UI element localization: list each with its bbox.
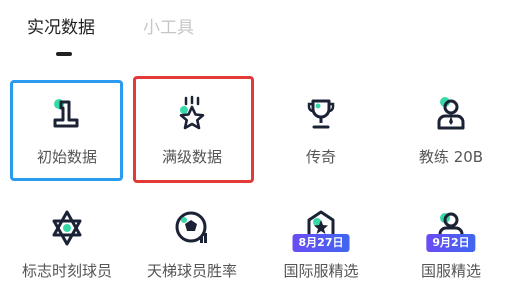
grid-item-cn-server-picks[interactable]: 9月2日 国服精选 bbox=[392, 200, 510, 300]
grid-item-intl-server-picks[interactable]: 8月27日 国际服精选 bbox=[262, 200, 380, 300]
hexagram-star-icon bbox=[52, 210, 82, 246]
grid-item-label: 天梯球员胜率 bbox=[146, 262, 237, 280]
grid-item-ladder-win-rate[interactable]: 天梯球员胜率 bbox=[133, 200, 251, 300]
grid-item-iconic-moment-players[interactable]: 标志时刻球员 bbox=[8, 200, 126, 300]
tab-tools[interactable]: 小工具 bbox=[143, 16, 194, 40]
soccer-ball-chart-icon bbox=[175, 211, 207, 243]
date-badge: 9月2日 bbox=[426, 234, 476, 252]
grid-item-coach[interactable]: 教练 20B bbox=[392, 80, 510, 180]
grid-item-label: 传奇 bbox=[305, 148, 336, 166]
trophy-icon bbox=[307, 99, 335, 129]
date-badge: 8月27日 bbox=[292, 234, 350, 252]
highlight-box-red bbox=[133, 76, 254, 183]
active-tab-indicator bbox=[56, 52, 72, 56]
grid-item-label: 标志时刻球员 bbox=[21, 262, 112, 280]
highlight-box-blue bbox=[10, 80, 123, 181]
tab-bar: 实况数据 小工具 bbox=[0, 0, 517, 60]
tab-live-data[interactable]: 实况数据 bbox=[27, 16, 95, 40]
coach-icon bbox=[437, 97, 465, 130]
grid-item-label: 国服精选 bbox=[420, 262, 481, 280]
grid-item-label: 国际服精选 bbox=[283, 262, 359, 280]
grid-item-legend[interactable]: 传奇 bbox=[262, 80, 380, 180]
grid-item-label: 教练 20B bbox=[418, 148, 484, 166]
